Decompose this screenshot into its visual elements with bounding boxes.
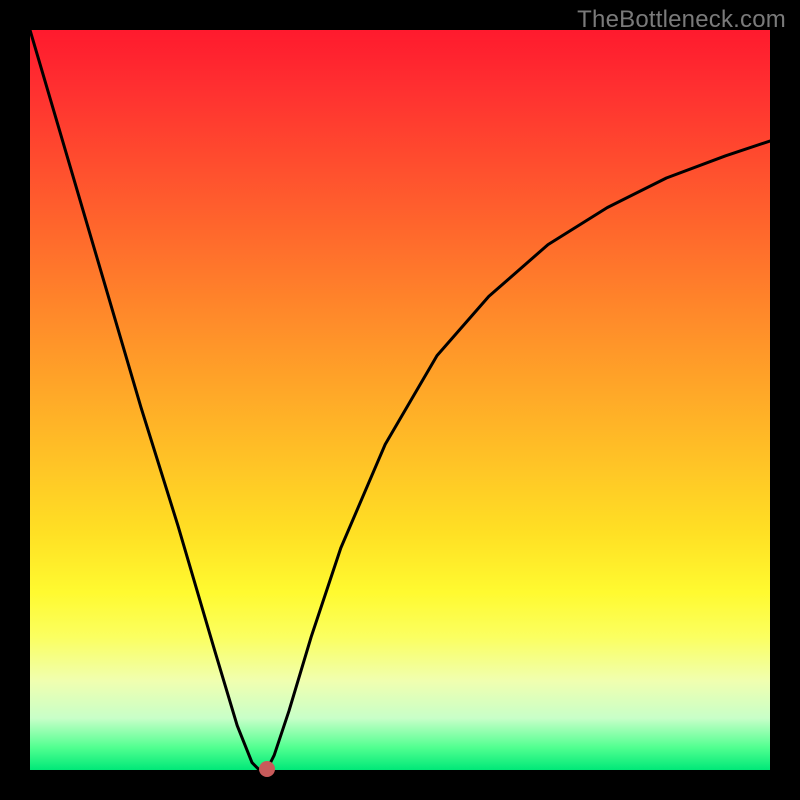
optimal-point-marker: [259, 761, 275, 777]
bottleneck-curve: [30, 30, 770, 770]
plot-area: [30, 30, 770, 770]
chart-container: TheBottleneck.com: [0, 0, 800, 800]
